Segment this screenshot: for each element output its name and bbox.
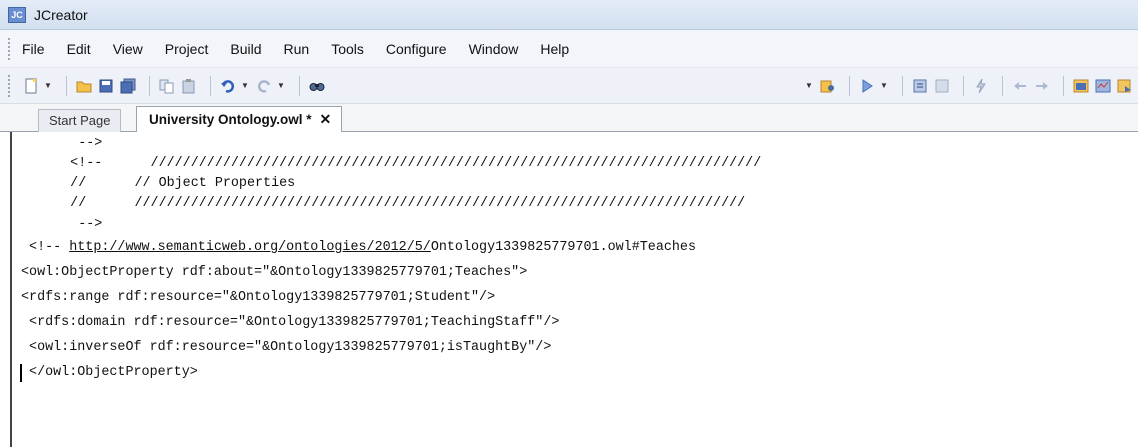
menu-edit[interactable]: Edit <box>67 41 91 57</box>
comment-prefix: <!-- <box>21 240 70 255</box>
chevron-down-icon[interactable]: ▼ <box>277 81 285 90</box>
save-all-icon[interactable] <box>119 77 137 95</box>
title-bar: JC JCreator <box>0 0 1138 30</box>
undo-icon[interactable] <box>219 77 237 95</box>
menu-run[interactable]: Run <box>284 41 310 57</box>
copy-icon[interactable] <box>158 77 176 95</box>
toolbar-separator <box>66 75 67 96</box>
chevron-down-icon[interactable]: ▼ <box>44 81 52 90</box>
menu-window[interactable]: Window <box>469 41 519 57</box>
open-folder-icon[interactable] <box>75 77 93 95</box>
layout-icon[interactable] <box>1094 77 1112 95</box>
chevron-down-icon[interactable]: ▼ <box>805 81 813 90</box>
tab-university-ontology[interactable]: University Ontology.owl * ✕ <box>136 106 343 133</box>
code-line: <!-- ///////////////////////////////////… <box>30 156 762 171</box>
toolbar-separator <box>849 75 850 96</box>
tab-active-label: University Ontology.owl * <box>149 112 312 127</box>
menu-tools[interactable]: Tools <box>331 41 364 57</box>
build-icon[interactable] <box>933 77 951 95</box>
toolbar: ▼ ▼ ▼ ▼ ▼ <box>0 68 1138 104</box>
menu-bar: File Edit View Project Build Run Tools C… <box>0 30 1138 68</box>
new-file-icon[interactable] <box>22 77 40 95</box>
tab-start-page[interactable]: Start Page <box>38 109 122 132</box>
code-line: --> <box>30 136 103 151</box>
document-tab-bar: Start Page University Ontology.owl * ✕ <box>0 104 1138 133</box>
menu-file[interactable]: File <box>22 41 45 57</box>
code-line: <rdfs:range rdf:resource="&Ontology13398… <box>21 290 496 305</box>
run-icon[interactable] <box>858 77 876 95</box>
toolbar-separator <box>902 75 903 96</box>
code-line: // /////////////////////////////////////… <box>30 196 746 211</box>
code-line: <owl:inverseOf rdf:resource="&Ontology13… <box>21 340 552 355</box>
forward-icon[interactable] <box>1033 77 1051 95</box>
code-editor[interactable]: --> <!-- ///////////////////////////////… <box>0 132 1138 447</box>
code-line: --> <box>30 217 103 232</box>
menu-grip <box>8 37 12 60</box>
code-line: </owl:ObjectProperty> <box>21 365 198 380</box>
jcreator-app-icon: JC <box>8 6 26 23</box>
text-caret <box>20 364 22 382</box>
debug-icon[interactable] <box>972 77 990 95</box>
tab-start-page-label: Start Page <box>49 113 111 128</box>
window-title: JCreator <box>34 6 88 23</box>
toolbar-separator <box>299 75 300 96</box>
toolbar-separator <box>1002 75 1003 96</box>
code-line: // // Object Properties <box>30 176 296 191</box>
close-icon[interactable]: ✕ <box>320 111 332 127</box>
toolbar-separator <box>1063 75 1064 96</box>
comment-line: <!-- http://www.semanticweb.org/ontologi… <box>21 239 696 257</box>
find-in-files-icon[interactable] <box>819 77 837 95</box>
editor-gutter <box>0 132 12 447</box>
toolbar-separator <box>963 75 964 96</box>
code-line: <owl:ObjectProperty rdf:about="&Ontology… <box>21 265 528 280</box>
export-icon[interactable] <box>1116 77 1134 95</box>
back-icon[interactable] <box>1011 77 1029 95</box>
chevron-down-icon[interactable]: ▼ <box>880 81 888 90</box>
find-icon[interactable] <box>308 77 326 95</box>
compile-icon[interactable] <box>911 77 929 95</box>
toolbar-separator <box>149 75 150 96</box>
paste-icon[interactable] <box>180 77 198 95</box>
toolbar-grip <box>8 74 12 97</box>
menu-build[interactable]: Build <box>230 41 261 57</box>
menu-project[interactable]: Project <box>165 41 209 57</box>
code-line: <rdfs:domain rdf:resource="&Ontology1339… <box>21 315 560 330</box>
window-icon[interactable] <box>1072 77 1090 95</box>
comment-url-link[interactable]: http://www.semanticweb.org/ontologies/20… <box>69 240 431 255</box>
menu-help[interactable]: Help <box>540 41 569 57</box>
chevron-down-icon[interactable]: ▼ <box>241 81 249 90</box>
toolbar-separator <box>210 75 211 96</box>
menu-view[interactable]: View <box>113 41 143 57</box>
redo-icon[interactable] <box>255 77 273 95</box>
comment-suffix: Ontology1339825779701.owl#Teaches <box>430 240 697 255</box>
save-icon[interactable] <box>97 77 115 95</box>
menu-configure[interactable]: Configure <box>386 41 447 57</box>
